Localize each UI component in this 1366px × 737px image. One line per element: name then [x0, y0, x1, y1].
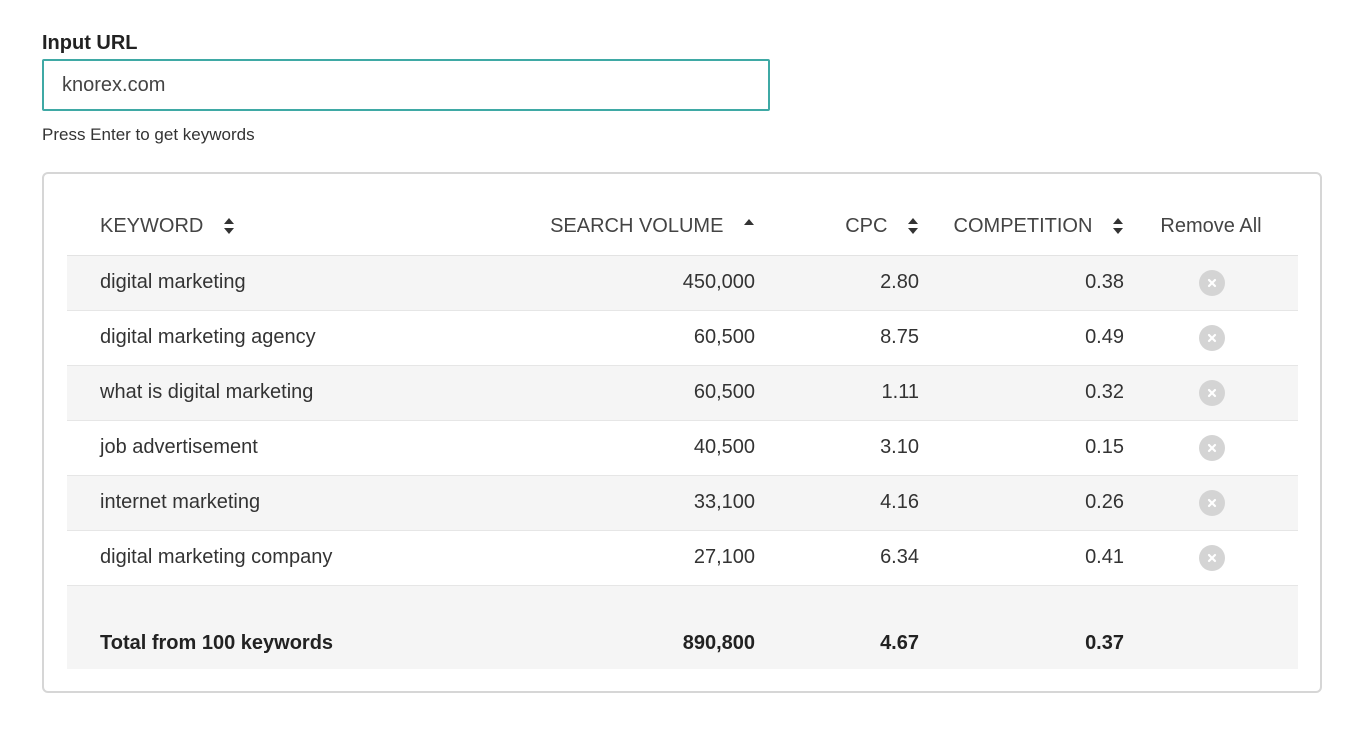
remove-keyword-button[interactable]: [1198, 434, 1225, 461]
remove-circle-icon: [1207, 388, 1216, 397]
total-competition: 0.37: [920, 585, 1125, 669]
header-cpc-label: CPC: [845, 214, 888, 237]
cell-remove: [1125, 365, 1298, 421]
table-header-row: KEYWORD SEARCH VOLUME CPC COMPETITION Re…: [67, 198, 1298, 256]
keyword-table: KEYWORD SEARCH VOLUME CPC COMPETITION Re…: [67, 198, 1298, 669]
url-hint: Press Enter to get keywords: [42, 125, 255, 144]
header-keyword-label: KEYWORD: [100, 214, 204, 237]
cell-keyword: what is digital marketing: [67, 365, 487, 421]
cell-cpc: 3.10: [755, 420, 920, 476]
cell-remove: [1125, 255, 1298, 311]
cell-search-volume: 450,000: [487, 255, 755, 311]
cell-competition: 0.32: [920, 365, 1125, 421]
cell-competition: 0.49: [920, 310, 1125, 366]
cell-cpc: 6.34: [755, 530, 920, 586]
remove-keyword-button[interactable]: [1198, 269, 1225, 296]
sort-both-icon[interactable]: [907, 217, 919, 235]
cell-remove: [1125, 420, 1298, 476]
total-empty-cell: [1125, 585, 1298, 669]
total-label: Total from 100 keywords: [67, 585, 487, 669]
keyword-results-panel: KEYWORD SEARCH VOLUME CPC COMPETITION Re…: [42, 172, 1322, 693]
sort-both-icon[interactable]: [223, 217, 235, 235]
header-search-volume[interactable]: SEARCH VOLUME: [487, 198, 755, 256]
header-competition-label: COMPETITION: [953, 214, 1093, 237]
table-row: digital marketing 450,000 2.80 0.38: [67, 255, 1298, 311]
remove-circle-icon: [1207, 278, 1216, 287]
cell-remove: [1125, 310, 1298, 366]
url-field-label: Input URL: [42, 32, 138, 54]
cell-search-volume: 33,100: [487, 475, 755, 531]
cell-competition: 0.15: [920, 420, 1125, 476]
cell-cpc: 8.75: [755, 310, 920, 366]
remove-keyword-button[interactable]: [1198, 544, 1225, 571]
cell-keyword: job advertisement: [67, 420, 487, 476]
header-competition[interactable]: COMPETITION: [920, 198, 1125, 256]
remove-keyword-button[interactable]: [1198, 379, 1225, 406]
table-row: job advertisement 40,500 3.10 0.15: [67, 420, 1298, 476]
cell-competition: 0.38: [920, 255, 1125, 311]
total-row: Total from 100 keywords 890,800 4.67 0.3…: [67, 585, 1298, 669]
table-row: internet marketing 33,100 4.16 0.26: [67, 475, 1298, 531]
cell-keyword: digital marketing company: [67, 530, 487, 586]
cell-remove: [1125, 530, 1298, 586]
remove-circle-icon: [1207, 498, 1216, 507]
cell-competition: 0.41: [920, 530, 1125, 586]
sort-both-icon[interactable]: [1112, 217, 1124, 235]
total-cpc: 4.67: [755, 585, 920, 669]
total-search-volume: 890,800: [487, 585, 755, 669]
cell-search-volume: 27,100: [487, 530, 755, 586]
remove-circle-icon: [1207, 443, 1216, 452]
remove-all-button[interactable]: Remove All: [1125, 198, 1298, 256]
header-keyword[interactable]: KEYWORD: [67, 198, 487, 256]
table-row: what is digital marketing 60,500 1.11 0.…: [67, 365, 1298, 421]
table-row: digital marketing agency 60,500 8.75 0.4…: [67, 310, 1298, 366]
cell-cpc: 1.11: [755, 365, 920, 421]
cell-remove: [1125, 475, 1298, 531]
cell-search-volume: 60,500: [487, 310, 755, 366]
table-row: digital marketing company 27,100 6.34 0.…: [67, 530, 1298, 586]
remove-keyword-button[interactable]: [1198, 489, 1225, 516]
cell-search-volume: 60,500: [487, 365, 755, 421]
url-input[interactable]: [42, 59, 770, 111]
cell-search-volume: 40,500: [487, 420, 755, 476]
remove-circle-icon: [1207, 333, 1216, 342]
cell-keyword: internet marketing: [67, 475, 487, 531]
header-search-volume-label: SEARCH VOLUME: [550, 214, 724, 237]
remove-keyword-button[interactable]: [1198, 324, 1225, 351]
cell-cpc: 4.16: [755, 475, 920, 531]
header-cpc[interactable]: CPC: [755, 198, 920, 256]
cell-keyword: digital marketing: [67, 255, 487, 311]
sort-asc-icon[interactable]: [743, 217, 755, 235]
cell-keyword: digital marketing agency: [67, 310, 487, 366]
cell-competition: 0.26: [920, 475, 1125, 531]
remove-circle-icon: [1207, 553, 1216, 562]
cell-cpc: 2.80: [755, 255, 920, 311]
